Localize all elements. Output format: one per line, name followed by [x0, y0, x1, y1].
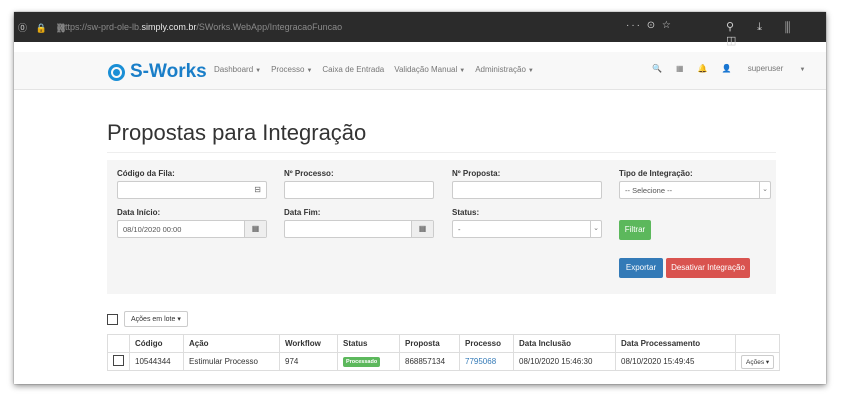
page-actions-icon[interactable]: ··· ⊙ ☆	[626, 20, 673, 31]
row-workflow: 974	[279, 352, 338, 371]
sworks-logo-icon	[108, 63, 125, 81]
header-data-inclusao[interactable]: Data Inclusão	[513, 334, 616, 353]
status-badge: Processado	[343, 357, 381, 367]
chevron-down-icon: ▼	[255, 68, 262, 74]
status-select[interactable]: - ⌄	[452, 220, 602, 238]
title-divider	[107, 152, 776, 153]
browser-url-bar[interactable]: ⓪ 🔒 ⛓ https://sw-prd-ole-lb.simply.com.b…	[14, 12, 826, 47]
table-header-row: Código Ação Workflow Status Proposta Pro…	[107, 334, 781, 353]
row-select-cell	[107, 352, 130, 371]
filtrar-button[interactable]: Filtrar	[619, 220, 651, 240]
calendar-icon[interactable]: ▦	[676, 64, 684, 73]
page-title: Propostas para Integração	[107, 120, 367, 145]
header-workflow[interactable]: Workflow	[279, 334, 338, 353]
main-nav: Dashboard ▼ Processo ▼ Caixa de Entrada Va…	[214, 65, 544, 74]
desativar-integracao-button[interactable]: Desativar Integração	[666, 258, 750, 278]
codigo-fila-input[interactable]: ⊟	[117, 181, 267, 199]
nav-validacao-manual[interactable]: Validação Manual ▼	[394, 65, 465, 74]
nav-administracao[interactable]: Administração ▼	[475, 65, 534, 74]
row-data-processamento: 08/10/2020 15:49:45	[615, 352, 736, 371]
row-checkbox[interactable]	[113, 355, 124, 366]
search-icon[interactable]: 🔍	[652, 64, 662, 73]
processo-link[interactable]: 7795068	[465, 357, 496, 366]
n-processo-input[interactable]	[284, 181, 434, 199]
row-codigo: 10544344	[129, 352, 184, 371]
user-icon: 👤	[721, 64, 732, 73]
batch-actions: Ações em lote ▾	[107, 311, 188, 327]
data-fim-input[interactable]: ▦	[284, 220, 434, 238]
n-processo-label: Nº Processo:	[284, 169, 334, 178]
top-navbar: S-Works Dashboard ▼ Processo ▼ Caixa de En…	[14, 52, 826, 90]
brand-logo[interactable]: S-Works	[108, 61, 207, 83]
header-codigo[interactable]: Código	[129, 334, 184, 353]
user-menu[interactable]: 👤 superuser ▼	[722, 64, 820, 73]
chevron-down-icon: ⌄	[759, 182, 770, 198]
chevron-down-icon: ⌄	[590, 221, 601, 237]
nav-caixa-de-entrada[interactable]: Caixa de Entrada	[322, 65, 384, 74]
row-processo-cell: 7795068	[459, 352, 514, 371]
calendar-icon[interactable]: ▦	[411, 221, 433, 237]
number-spinner-icon[interactable]: ⊟	[254, 185, 261, 194]
filter-panel: Código da Fila: ⊟ Nº Processo: Nº Propos…	[107, 160, 776, 294]
exportar-button[interactable]: Exportar	[619, 258, 663, 278]
nav-right: 🔍 ▦ 🔔 👤 superuser ▼	[652, 64, 819, 73]
chevron-down-icon: ▼	[527, 68, 534, 74]
nav-dashboard[interactable]: Dashboard ▼	[214, 65, 261, 74]
row-acao: Estimular Processo	[183, 352, 280, 371]
data-inicio-label: Data Início:	[117, 208, 161, 217]
data-fim-label: Data Fim:	[284, 208, 321, 217]
row-status-cell: Processado	[337, 352, 400, 371]
n-proposta-input[interactable]	[452, 181, 602, 199]
row-actions-cell: Ações ▾	[734, 352, 781, 371]
table-row: 10544344 Estimular Processo 974 Processa…	[107, 352, 781, 371]
chevron-down-icon: ▼	[799, 67, 806, 73]
select-all-checkbox[interactable]	[107, 313, 118, 325]
data-inicio-input[interactable]: 08/10/2020 00:00 ▦	[117, 220, 267, 238]
header-actions	[734, 334, 781, 353]
bell-icon[interactable]: 🔔	[698, 64, 708, 73]
tipo-integracao-label: Tipo de Integração:	[619, 169, 693, 178]
header-acao[interactable]: Ação	[183, 334, 280, 353]
nav-processo[interactable]: Processo ▼	[271, 65, 312, 74]
codigo-fila-label: Código da Fila:	[117, 169, 175, 178]
row-data-inclusao: 08/10/2020 15:46:30	[513, 352, 616, 371]
tipo-integracao-select[interactable]: -- Selecione -- ⌄	[619, 181, 771, 199]
chevron-down-icon: ▾	[177, 316, 181, 323]
header-proposta[interactable]: Proposta	[399, 334, 460, 353]
n-proposta-label: Nº Proposta:	[452, 169, 501, 178]
header-data-processamento[interactable]: Data Processamento	[615, 334, 736, 353]
integracao-table: Código Ação Workflow Status Proposta Pro…	[107, 334, 781, 371]
row-acoes-button[interactable]: Ações ▾	[741, 354, 775, 369]
header-status[interactable]: Status	[337, 334, 400, 353]
header-select	[107, 334, 130, 353]
chevron-down-icon: ▼	[459, 68, 466, 74]
chevron-down-icon: ▼	[306, 68, 313, 74]
header-processo[interactable]: Processo	[459, 334, 514, 353]
status-label: Status:	[452, 208, 480, 217]
toolbar-icons[interactable]: ⚲ ⤓ ⫼ ◫	[726, 20, 826, 47]
brand-name: S-Works	[130, 61, 207, 82]
row-proposta: 868857134	[399, 352, 460, 371]
acoes-em-lote-button[interactable]: Ações em lote ▾	[124, 311, 188, 327]
calendar-icon[interactable]: ▦	[244, 221, 266, 237]
browser-window: ⓪ 🔒 ⛓ https://sw-prd-ole-lb.simply.com.b…	[14, 12, 826, 384]
url-text[interactable]: https://sw-prd-ole-lb.simply.com.br/SWor…	[60, 22, 342, 32]
